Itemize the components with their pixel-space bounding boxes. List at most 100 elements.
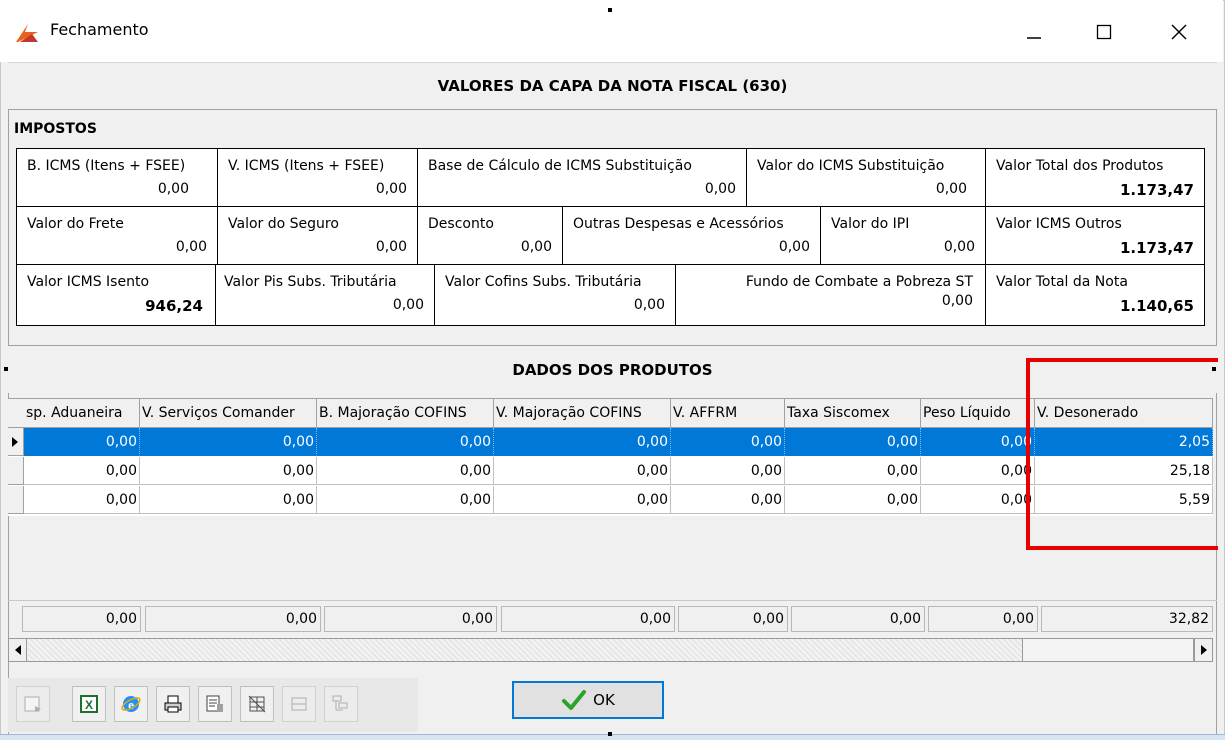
resize-handle [608,8,612,12]
window-title: Fechamento [50,20,149,39]
maximize-icon [1096,24,1112,40]
scroll-track[interactable] [28,639,1022,661]
columns-icon [291,697,307,711]
cell[interactable]: 0,00 [317,428,494,456]
cell[interactable]: 0,00 [921,457,1035,485]
field-cofins-st: Valor Cofins Subs. Tributária 0,00 [435,265,676,325]
produtos-header: DADOS DOS PRODUTOS [8,345,1217,393]
table-row[interactable]: 0,00 0,00 0,00 0,00 0,00 0,00 0,00 2,05 [8,428,1213,457]
scroll-left-button[interactable] [9,639,27,661]
table-row[interactable]: 0,00 0,00 0,00 0,00 0,00 0,00 0,00 5,59 [8,486,1213,515]
browser-button[interactable]: e [114,686,148,722]
field-b-icms: B. ICMS (Itens + FSEE) 0,00 [17,149,218,207]
cell[interactable]: 0,00 [494,486,671,514]
cell[interactable]: 0,00 [671,486,785,514]
excel-button[interactable]: X [72,686,106,722]
cell[interactable]: 0,00 [24,486,140,514]
capa-title: VALORES DA CAPA DA NOTA FISCAL (630) [437,77,788,95]
horizontal-scrollbar[interactable] [8,638,1213,662]
scroll-thumb[interactable] [1022,639,1194,661]
print-preview-icon [206,695,223,712]
field-icms-outros: Valor ICMS Outros 1.173,47 [986,207,1204,265]
row-indicator [8,457,24,485]
col-header-taxa-siscomex[interactable]: Taxa Siscomex [785,399,921,427]
field-fundo-pobreza-st: Fundo de Combate a Pobreza ST 0,00 [676,265,986,325]
ok-label: OK [593,691,615,709]
total-cell: 0,00 [22,606,141,632]
cell[interactable]: 2,05 [1035,428,1213,456]
cell[interactable]: 0,00 [494,428,671,456]
total-cell: 0,00 [324,606,497,632]
row-indicator [8,486,24,514]
cell[interactable]: 0,00 [24,428,140,456]
cell[interactable]: 0,00 [317,486,494,514]
total-cell: 0,00 [145,606,321,632]
cell[interactable]: 0,00 [671,457,785,485]
print-preview-button[interactable] [198,686,232,722]
cell[interactable]: 0,00 [921,428,1035,456]
impostos-label: IMPOSTOS [14,121,97,137]
cell[interactable]: 0,00 [24,457,140,485]
minimize-button[interactable] [1010,10,1058,54]
total-cell: 32,82 [1041,606,1213,632]
grid-config-icon [248,695,266,713]
print-icon [164,695,182,713]
total-cell: 0,00 [928,606,1038,632]
col-header-v-affrm[interactable]: V. AFFRM [671,399,785,427]
cell[interactable]: 0,00 [921,486,1035,514]
cell[interactable]: 0,00 [140,486,317,514]
capa-header: VALORES DA CAPA DA NOTA FISCAL (630) [8,62,1217,110]
total-cell: 0,00 [678,606,788,632]
cell[interactable]: 0,00 [785,457,921,485]
total-cell: 0,00 [791,606,925,632]
cell[interactable]: 0,00 [671,428,785,456]
cell[interactable]: 0,00 [317,457,494,485]
total-cell: 0,00 [501,606,675,632]
cell[interactable]: 0,00 [785,428,921,456]
cell[interactable]: 0,00 [140,457,317,485]
cell[interactable]: 5,59 [1035,486,1213,514]
ie-icon: e [121,696,141,712]
field-v-icms: V. ICMS (Itens + FSEE) 0,00 [218,149,418,207]
field-valor-icms-st: Valor do ICMS Substituição 0,00 [747,149,986,207]
excel-icon: X [80,695,98,713]
field-total-produtos: Valor Total dos Produtos 1.173,47 [986,149,1204,207]
scroll-left-icon [14,645,21,655]
resize-handle [4,367,8,371]
maximize-button[interactable] [1080,10,1128,54]
field-pis-st: Valor Pis Subs. Tributária 0,00 [216,265,435,325]
field-outras-despesas: Outras Despesas e Acessórios 0,00 [563,207,821,265]
columns-button[interactable] [282,686,316,722]
impostos-grid: B. ICMS (Itens + FSEE) 0,00 V. ICMS (Ite… [16,148,1205,326]
field-ipi: Valor do IPI 0,00 [821,207,986,265]
print-button[interactable] [156,686,190,722]
close-button[interactable] [1155,10,1203,54]
table-row[interactable]: 0,00 0,00 0,00 0,00 0,00 0,00 0,00 25,18 [8,457,1213,486]
minimize-icon [1027,37,1041,39]
grid-toolbar: X e [8,678,418,732]
tree-button[interactable] [324,686,358,722]
col-header-servicos-comander[interactable]: V. Serviços Comander [140,399,317,427]
col-header-b-majoracao-cofins[interactable]: B. Majoração COFINS [317,399,494,427]
produtos-title: DADOS DOS PRODUTOS [512,360,713,379]
cell[interactable]: 0,00 [785,486,921,514]
col-header-v-majoracao-cofins[interactable]: V. Majoração COFINS [494,399,671,427]
field-total-nota: Valor Total da Nota 1.140,65 [986,265,1204,325]
col-header-v-desonerado[interactable]: V. Desonerado [1035,399,1213,427]
col-header-peso-liquido[interactable]: Peso Líquido [921,399,1035,427]
close-icon [1171,24,1187,40]
tree-icon [332,695,348,711]
grid-config-button[interactable] [240,686,274,722]
ok-button[interactable]: OK [512,681,664,719]
cell[interactable]: 0,00 [140,428,317,456]
row-indicator [8,428,24,456]
export-button[interactable] [16,686,50,722]
col-header-desp-aduaneira[interactable]: sp. Aduaneira [24,399,140,427]
field-seguro: Valor do Seguro 0,00 [218,207,418,265]
grid-header-row: sp. Aduaneira V. Serviços Comander B. Ma… [8,398,1213,428]
cell[interactable]: 0,00 [494,457,671,485]
scroll-right-button[interactable] [1194,639,1212,661]
export-icon [24,696,41,712]
cell[interactable]: 25,18 [1035,457,1213,485]
produtos-grid[interactable]: sp. Aduaneira V. Serviços Comander B. Ma… [8,398,1213,516]
